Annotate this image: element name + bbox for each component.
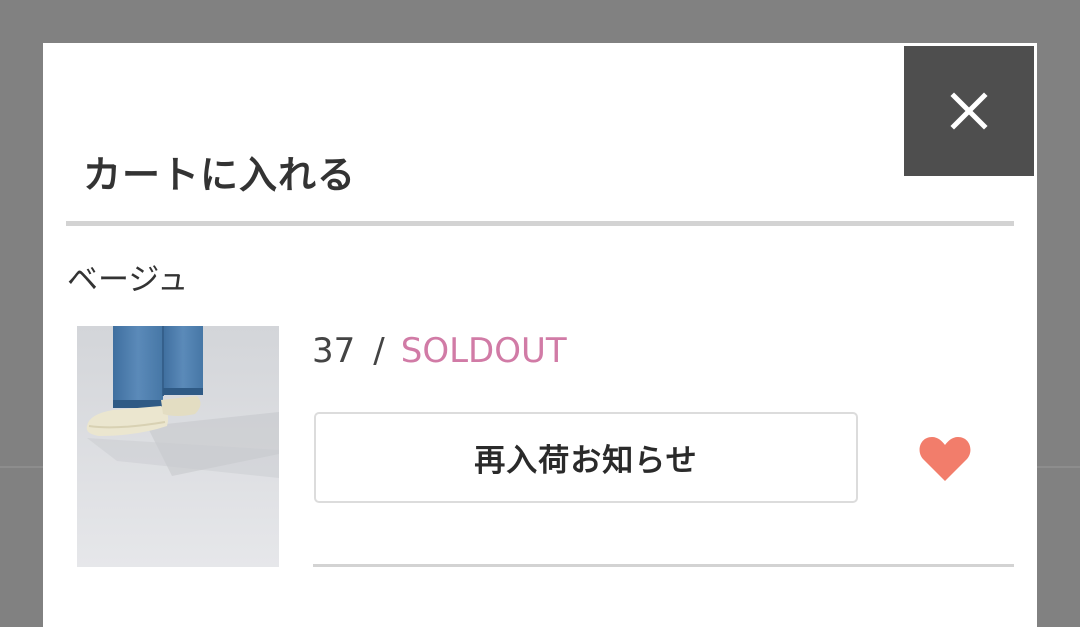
row-divider xyxy=(313,564,1014,567)
size-separator: / xyxy=(373,331,385,371)
heart-icon xyxy=(919,437,971,481)
favorite-button[interactable] xyxy=(915,431,975,487)
color-label: ベージュ xyxy=(67,262,189,298)
title-divider xyxy=(66,221,1014,226)
product-image xyxy=(77,326,279,567)
close-button[interactable] xyxy=(904,46,1034,176)
close-icon xyxy=(950,92,988,130)
modal-title: カートに入れる xyxy=(83,153,357,197)
size-status-line: 37 / SOLDOUT xyxy=(312,329,567,373)
size-value: 37 xyxy=(312,331,356,371)
restock-notify-button[interactable]: 再入荷お知らせ xyxy=(314,412,858,503)
add-to-cart-modal: カートに入れる ベージュ 37 / SOLDOUT 再入荷お知らせ xyxy=(43,43,1037,627)
stock-status: SOLDOUT xyxy=(400,331,567,371)
